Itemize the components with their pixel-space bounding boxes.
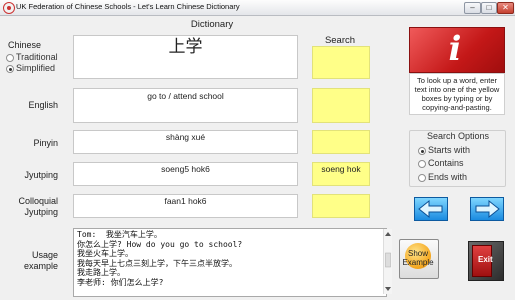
exit-label: Exit (478, 255, 493, 264)
pinyin-field[interactable]: shàng xué (73, 130, 298, 154)
usage-label-line1: Usage (31, 250, 58, 260)
jyutping-search-input[interactable]: soeng hok (312, 162, 370, 186)
app-icon (3, 2, 15, 14)
simplified-radio[interactable] (6, 65, 14, 73)
usage-label-line2: example (23, 261, 58, 271)
chinese-search-input[interactable] (312, 46, 370, 79)
usage-scrollbar[interactable] (383, 229, 392, 294)
jyutping-label: Jyutping (24, 170, 58, 180)
colloquial-search-input[interactable] (312, 194, 370, 218)
starts-with-label: Starts with (428, 145, 471, 155)
colloquial-jyutping-label: Colloquial Jyutping (8, 196, 58, 218)
minimize-button[interactable]: – (464, 2, 481, 14)
english-label: English (28, 100, 58, 110)
jyutping-field[interactable]: soeng5 hok6 (73, 162, 298, 186)
traditional-radio[interactable] (6, 54, 14, 62)
colloquial-jyutping-field[interactable]: faan1 hok6 (73, 194, 298, 218)
arrow-left-icon (418, 199, 443, 219)
colloquial-label-line2: Jyutping (24, 207, 58, 217)
usage-example-text[interactable]: Tom: 我坐汽车上学。 你怎么上学? How do you go to sch… (73, 228, 387, 297)
window-title: UK Federation of Chinese Schools - Let's… (16, 2, 240, 11)
english-field[interactable]: go to / attend school (73, 88, 298, 123)
arrow-right-icon (475, 199, 500, 219)
dictionary-header: Dictionary (190, 19, 234, 30)
show-example-line2: Example (402, 258, 434, 267)
info-icon: i (448, 29, 462, 69)
show-example-label: Show Example (399, 249, 437, 267)
chinese-label: Chinese (8, 40, 42, 50)
show-example-line1: Show (407, 249, 428, 258)
traditional-label: Traditional (16, 52, 58, 62)
contains-radio[interactable] (418, 160, 426, 168)
usage-example-label: Usage example (6, 250, 58, 272)
previous-button[interactable] (414, 197, 448, 221)
next-button[interactable] (470, 197, 504, 221)
ends-with-radio[interactable] (418, 174, 426, 182)
pinyin-label: Pinyin (33, 138, 58, 148)
simplified-label: Simplified (16, 63, 56, 73)
pinyin-search-input[interactable] (312, 130, 370, 154)
english-search-input[interactable] (312, 88, 370, 123)
starts-with-radio[interactable] (418, 147, 426, 155)
search-options-title: Search Options (427, 131, 490, 141)
help-text: To look up a word, enter text into one o… (409, 73, 505, 115)
search-header: Search (324, 35, 356, 46)
colloquial-label-line1: Colloquial (18, 196, 58, 206)
contains-label: Contains (428, 158, 464, 168)
close-button[interactable]: ✕ (497, 2, 514, 14)
ends-with-label: Ends with (428, 172, 468, 182)
maximize-button[interactable]: □ (481, 2, 497, 14)
chinese-field[interactable]: 上学 (73, 35, 298, 79)
